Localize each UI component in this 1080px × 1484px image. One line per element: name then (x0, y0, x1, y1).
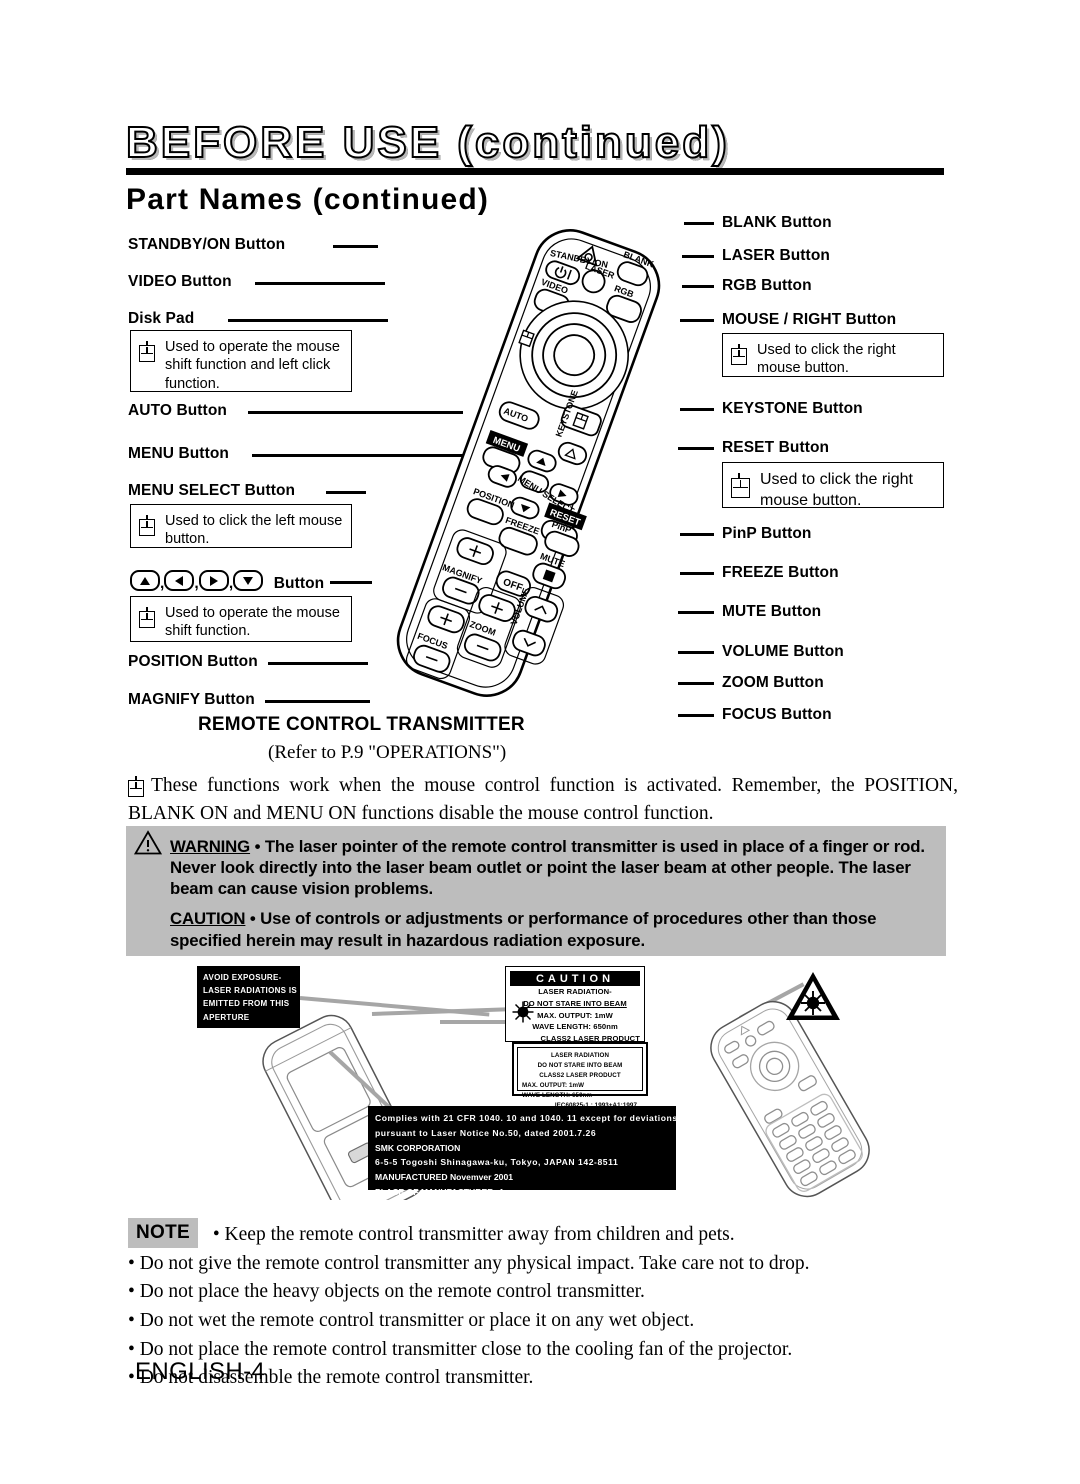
warning-bullet: • (254, 837, 261, 856)
complies-line: MANUFACTURED Novemver 2001 (375, 1172, 514, 1183)
callout-text: Used to click the left mouse button. (165, 513, 343, 548)
warning-row: WARNING • The laser pointer of the remot… (126, 826, 946, 899)
mouse-icon (139, 607, 155, 628)
callout-disk-pad-note: Used to operate the mouse shift function… (130, 330, 352, 392)
label-menu-button: MENU Button (128, 445, 229, 462)
label-disk-pad: Disk Pad (128, 310, 195, 327)
leader-line-menu-select (326, 491, 366, 494)
avoid-line: LASER RADIATIONS IS (203, 986, 298, 996)
avoid-line: AVOID EXPOSURE- (203, 973, 282, 982)
complies-line: SMK CORPORATION (375, 1142, 461, 1153)
label-magnify-button: MAGNIFY Button (128, 691, 255, 708)
small-label-line: CLASS2 LASER PRODUCT (539, 1072, 621, 1080)
callout-text: Used to click the right mouse button. (757, 342, 896, 377)
note-badge: NOTE (128, 1218, 198, 1248)
leader-line-video (255, 282, 385, 285)
arrow-right-icon (198, 570, 229, 591)
caution-row: CAUTION • Use of controls or adjustments… (126, 899, 946, 984)
warning-label: WARNING (170, 837, 251, 856)
label-blank-button: BLANK Button (722, 214, 832, 231)
leader-line-magnify (265, 700, 370, 703)
note-item: • Do not wet the remote control transmit… (128, 1309, 695, 1331)
mouse-icon (128, 776, 144, 797)
callout-text: Used to operate the mouse shift function… (165, 339, 340, 392)
note-item: • Keep the remote control transmitter aw… (212, 1224, 735, 1245)
complies-line: 6-5-5 Togoshi Shinagawa-ku, Tokyo, JAPAN… (375, 1157, 619, 1168)
label-mouse-right-button: MOUSE / RIGHT Button (722, 311, 897, 328)
caution-line: WAVE LENGTH: 650nm (532, 1022, 618, 1032)
avoid-exposure-label: AVOID EXPOSURE- LASER RADIATIONS IS EMIT… (197, 966, 300, 1028)
arrow-left-icon (164, 570, 195, 591)
callout-arrow-note: Used to operate the mouse shift function… (130, 596, 352, 642)
label-pinp-button: PinP Button (722, 525, 812, 542)
note-first-line: NOTE • Keep the remote control transmitt… (128, 1218, 958, 1250)
label-auto-button: AUTO Button (128, 402, 227, 419)
leader-line-standby-on (333, 245, 378, 248)
remote-control-illustration: MENU RESET OFF STANDBY/ON LASER BLANK RG… (380, 225, 710, 745)
note-item: • Do not give the remote control transmi… (128, 1252, 810, 1274)
small-label-line: DO NOT STARE INTO BEAM (537, 1062, 623, 1070)
caution-header: CAUTION (510, 971, 640, 986)
mouse-function-note: These functions work when the mouse cont… (128, 772, 958, 827)
label-rgb-button: RGB Button (722, 277, 812, 294)
complies-line: Complies with 21 CFR 1040. 10 and 1040. … (375, 1113, 678, 1123)
label-freeze-button: FREEZE Button (722, 564, 839, 581)
label-volume-button: VOLUME Button (722, 643, 844, 660)
leader-line-caution-box (440, 1020, 510, 1024)
caution-line: LASER RADIATION- (538, 987, 612, 996)
label-laser-button: LASER Button (722, 247, 830, 264)
leader-line-disk-pad (228, 319, 388, 322)
callout-text: Used to click the right mouse button. (760, 471, 913, 509)
warning-text: The laser pointer of the remote control … (170, 837, 925, 899)
complies-line: pursuant to Laser Notice No.50, dated 20… (375, 1127, 597, 1138)
label-focus-button: FOCUS Button (722, 706, 832, 723)
callout-mouse-right-note: Used to click the right mouse button. (722, 333, 944, 377)
laser-radiation-small-label: LASER RADIATION DO NOT STARE INTO BEAM C… (512, 1042, 648, 1109)
label-position-button: POSITION Button (128, 653, 258, 670)
page-footer: ENGLISH-4 (135, 1358, 266, 1385)
compliance-label: Complies with 21 CFR 1040. 10 and 1040. … (368, 1106, 678, 1197)
caution-bullet: • (249, 909, 256, 929)
label-zoom-button: ZOOM Button (722, 674, 824, 691)
remote-caption-refer: (Refer to P.9 "OPERATIONS") (268, 742, 507, 763)
small-label-line: WAVE LENGTH: 650nm (522, 1092, 593, 1100)
avoid-line: EMITTED FROM THIS (203, 999, 290, 1009)
caution-label: CAUTION (170, 909, 246, 929)
mouse-icon (731, 344, 747, 365)
callout-menu-select-note: Used to click the left mouse button. (130, 504, 352, 548)
label-video-button: VIDEO Button (128, 273, 232, 290)
title-rule (126, 168, 944, 175)
note-item: • Do not place the heavy objects on the … (128, 1281, 645, 1303)
avoid-line: APERTURE (203, 1012, 250, 1022)
leader-line-arrows (330, 581, 372, 584)
label-standby-on-button: STANDBY/ON Button (128, 236, 286, 253)
label-mute-button: MUTE Button (722, 603, 822, 620)
complies-line: PLACE OF MANUFACTURER: A (375, 1186, 505, 1197)
label-reset-button: RESET Button (722, 439, 830, 456)
label-arrow-buttons: ,,, Button (130, 570, 324, 593)
mouse-note-text: These functions work when the mouse cont… (128, 775, 958, 824)
leader-line-position (268, 662, 368, 665)
label-keystone-button: KEYSTONE Button (722, 400, 863, 417)
page-title: BEFORE USE (continued) (125, 117, 730, 168)
arrow-up-icon (130, 570, 160, 591)
laser-hazard-triangle-icon (786, 972, 840, 1020)
arrow-button-word: Button (273, 575, 325, 592)
caution-text: Use of controls or adjustments or perfor… (170, 909, 877, 950)
mouse-icon (139, 515, 155, 536)
section-subtitle: Part Names (continued) (126, 183, 490, 216)
small-label-line: MAX. OUTPUT: 1mW (522, 1082, 585, 1090)
remote-caption-title: REMOTE CONTROL TRANSMITTER (198, 714, 525, 735)
callout-reset-note: Used to click the right mouse button. (722, 462, 944, 509)
warning-triangle-icon (134, 830, 162, 855)
warning-panel: WARNING • The laser pointer of the remot… (126, 826, 946, 984)
caution-laser-label: CAUTION LASER RADIATION- DO NOT STARE IN… (505, 966, 645, 1043)
laser-starburst-icon (512, 1001, 534, 1023)
mouse-icon (139, 341, 155, 362)
callout-text: Used to operate the mouse shift function… (165, 605, 340, 640)
label-menu-select-button: MENU SELECT Button (128, 482, 296, 499)
small-label-line: LASER RADIATION (550, 1052, 610, 1059)
arrow-down-icon (233, 570, 264, 591)
mouse-icon (731, 473, 750, 498)
